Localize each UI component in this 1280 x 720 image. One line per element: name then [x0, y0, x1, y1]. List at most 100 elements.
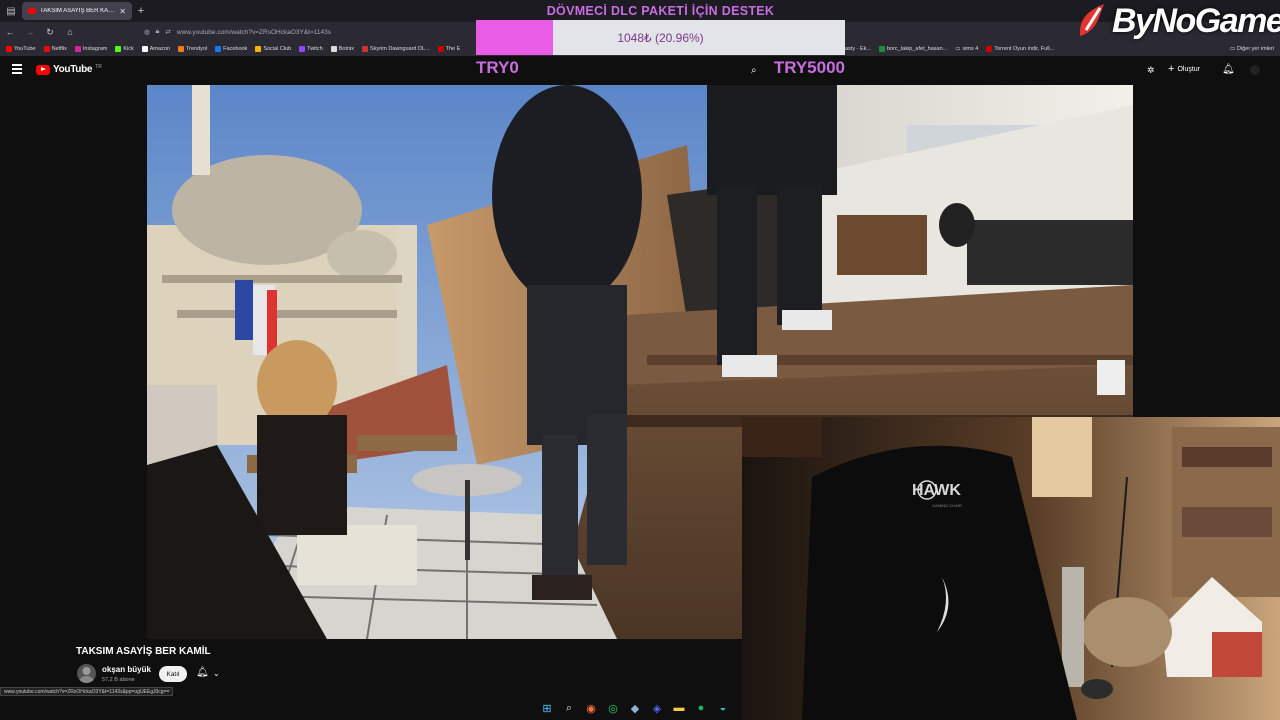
chair-sub: GAMING CHAIR	[932, 503, 962, 508]
tab-list-icon[interactable]: ▤	[0, 0, 22, 22]
chevron-down-icon[interactable]: ⌄	[213, 669, 220, 678]
bookmark-item[interactable]: Twitch	[299, 46, 323, 52]
bookmark-label: Botnix	[338, 46, 355, 52]
trendyol-bookmark-icon	[177, 46, 184, 52]
botnix-bookmark-icon	[330, 46, 337, 52]
bookmark-item[interactable]: borc_takip_afet_hasan...	[878, 46, 948, 52]
gear-icon[interactable]: ✲	[1147, 65, 1155, 76]
youtube-logo-text: YouTube	[53, 64, 93, 75]
webcam-overlay: HAWK GAMING CHAIR	[742, 417, 1280, 720]
screen: ▤ TAKSİM ASAYİŞ BER KAMİL - Yo ✕ + ← → ↻…	[0, 0, 1280, 720]
donation-progress-bar: 1048₺ (20.96%)	[476, 20, 845, 55]
channel-name[interactable]: okşan büyük	[102, 665, 151, 674]
forward-icon[interactable]: →	[24, 27, 36, 37]
reload-icon[interactable]: ↻	[44, 27, 56, 38]
bookmark-label: sims 4	[962, 46, 979, 52]
bookmark-label: Twitch	[307, 46, 323, 52]
steam-icon[interactable]: ◆	[628, 701, 642, 715]
join-button[interactable]: Katıl	[159, 666, 187, 682]
bookmark-label: Social Club	[263, 46, 292, 52]
instagram-bookmark-icon	[74, 46, 81, 52]
bookmark-item[interactable]: asty - Ek...	[845, 46, 871, 52]
the-e-bookmark-icon	[437, 46, 444, 52]
home-icon[interactable]: ⌂	[64, 27, 76, 37]
brand-name: ByNoGame	[1112, 1, 1280, 40]
video-title: TAKSIM ASAYİŞ BER KAMİL	[76, 646, 211, 657]
status-bar-url: www.youtube.com/watch?v=ZRsOHckaO3Y&t=11…	[0, 687, 174, 696]
other-bookmarks-label: Diğer yer imleri	[1237, 46, 1274, 52]
bookmark-label: Torrent Oyun indir, Full...	[994, 46, 1055, 52]
bookmark-item[interactable]: Trendyol	[177, 46, 208, 52]
bynogame-logo: ByNoGame	[1076, 0, 1280, 42]
bookmark-item[interactable]: Social Club	[255, 46, 291, 52]
bookmarks-right-group: asty - Ek... borc_takip_afet_hasan... ▭ s…	[845, 42, 1054, 56]
tab-title: TAKSİM ASAYİŞ BER KAMİL - Yo	[40, 8, 115, 14]
bookmark-label: Instagram	[82, 46, 108, 52]
bookmark-item[interactable]: ▭ sims 4	[955, 46, 978, 52]
user-avatar[interactable]	[1250, 65, 1260, 75]
hamburger-menu-icon[interactable]	[12, 64, 22, 74]
whatsapp-icon[interactable]: ◎	[606, 701, 620, 715]
bookmark-label: borc_takip_afet_hasan...	[886, 46, 948, 52]
bookmark-item[interactable]: Torrent Oyun indir, Full...	[986, 46, 1054, 52]
file-explorer-icon[interactable]: ▬	[672, 701, 686, 715]
sheets-bookmark-icon	[878, 46, 885, 52]
bookmark-label: asty - Ek...	[845, 46, 871, 52]
donation-amount: 1048₺ (20.96%)	[617, 30, 704, 45]
shield-icon[interactable]: ◍	[144, 28, 150, 36]
bookmark-item[interactable]: Kick	[115, 46, 134, 52]
lock-icon[interactable]: 🔒︎	[156, 28, 160, 36]
social-club-bookmark-icon	[255, 46, 262, 52]
discord-icon[interactable]: ◈	[650, 701, 664, 715]
bookmark-label: Kick	[123, 46, 134, 52]
other-bookmarks[interactable]: ▭ Diğer yer imleri	[1230, 42, 1274, 56]
bookmark-item[interactable]: Skyrim Dawnguard DL...	[362, 46, 430, 52]
edge-icon[interactable]: ◒	[716, 701, 730, 715]
bynogame-mark-icon	[1076, 2, 1108, 40]
windows-start-icon[interactable]: ⊞	[540, 701, 554, 715]
url-bar[interactable]: ◍ 🔒︎ ⇄ www.youtube.com/watch?v=ZRsOHckaO…	[144, 28, 331, 36]
torrent-bookmark-icon	[986, 46, 993, 52]
donation-min-label: TRY0	[476, 58, 519, 77]
bookmark-item[interactable]: Amazon	[141, 46, 170, 52]
youtube-logo[interactable]: YouTube TR	[36, 64, 102, 75]
close-tab-icon[interactable]: ✕	[119, 7, 126, 16]
bookmark-label: Trendyol	[185, 46, 208, 52]
bookmark-item[interactable]: Instagram	[74, 46, 108, 52]
amazon-bookmark-icon	[141, 46, 148, 52]
firefox-icon[interactable]: ◉	[584, 701, 598, 715]
bookmark-item[interactable]: Botnix	[330, 46, 355, 52]
bookmark-label: Skyrim Dawnguard DL...	[370, 46, 430, 52]
taskbar: ⊞ ⌕ ◉ ◎ ◆ ◈ ▬ ● ◒	[540, 698, 730, 718]
bookmark-item[interactable]: Netflix	[43, 46, 67, 52]
donation-max-label: TRY5000	[773, 58, 845, 77]
new-tab-icon[interactable]: +	[132, 5, 150, 17]
bookmark-label: YouTube	[14, 46, 36, 52]
channel-avatar[interactable]	[77, 664, 96, 683]
notifications-bell-icon[interactable]: 🔔︎	[1222, 64, 1235, 75]
bookmark-item[interactable]: Facebook	[215, 46, 247, 52]
donation-goal-widget: DÖVMECİ DLC PAKETİ İÇİN DESTEK 1048₺ (20…	[476, 0, 845, 80]
webcam-frame: HAWK GAMING CHAIR	[742, 417, 1280, 720]
youtube-play-icon	[36, 64, 50, 75]
plus-icon: +	[1168, 63, 1175, 75]
netflix-bookmark-icon	[43, 46, 50, 52]
twitch-bookmark-icon	[299, 46, 306, 52]
youtube-favicon-icon	[28, 8, 36, 14]
url-text[interactable]: www.youtube.com/watch?v=ZRsOHckaO3Y&t=11…	[177, 29, 331, 36]
bookmark-item[interactable]: YouTube	[6, 46, 36, 52]
create-label: Oluştur	[1177, 65, 1200, 73]
back-icon[interactable]: ←	[4, 27, 16, 37]
youtube-bookmark-icon	[6, 46, 12, 52]
subscriber-count: 57,2 B abone	[102, 677, 135, 683]
bookmark-item[interactable]: The E	[437, 46, 460, 52]
browser-tab-active[interactable]: TAKSİM ASAYİŞ BER KAMİL - Yo ✕	[22, 2, 132, 20]
subscription-bell-icon[interactable]: 🔔︎	[196, 667, 209, 678]
spotify-icon[interactable]: ●	[694, 701, 708, 715]
taskbar-search-icon[interactable]: ⌕	[562, 701, 576, 715]
permissions-icon[interactable]: ⇄	[165, 28, 170, 36]
folder-icon: ▭	[1229, 46, 1236, 52]
create-button[interactable]: + Oluştur	[1168, 63, 1200, 75]
facebook-bookmark-icon	[215, 46, 222, 52]
bookmark-label: Amazon	[149, 46, 170, 52]
